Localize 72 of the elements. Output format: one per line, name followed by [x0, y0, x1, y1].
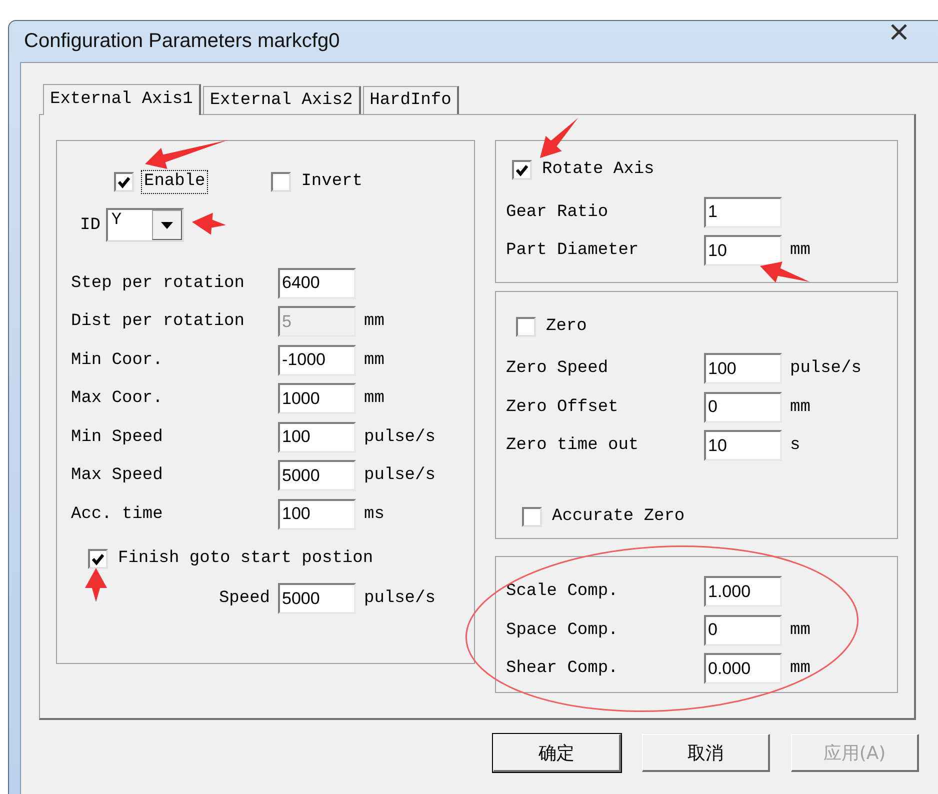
annotation-arrow: [540, 118, 578, 158]
enable-checkbox[interactable]: [114, 172, 134, 192]
field-label: ID: [80, 216, 100, 234]
checkbox-label[interactable]: Accurate Zero: [550, 506, 687, 528]
field-label: Min Speed: [71, 428, 164, 447]
checkbox-label[interactable]: Invert: [299, 171, 364, 193]
dialog-button[interactable]: 取消: [642, 734, 770, 772]
unit-label: s: [789, 436, 802, 456]
annotation-arrow: [85, 568, 107, 602]
tab[interactable]: External Axis2: [202, 86, 361, 114]
accurate-zero-checkbox[interactable]: [522, 507, 542, 528]
finish-checkbox[interactable]: [88, 548, 108, 568]
rotate-axis-checkbox[interactable]: [512, 160, 532, 180]
checkbox-label[interactable]: Zero: [544, 316, 589, 338]
text-field[interactable]: 10: [704, 235, 782, 266]
unit-label: mm: [363, 389, 386, 408]
zero-checkbox[interactable]: [516, 316, 536, 337]
annotation-arrow: [192, 212, 226, 235]
close-icon[interactable]: [890, 23, 908, 41]
unit-label: pulse/s: [363, 428, 436, 447]
field-label: Gear Ratio: [506, 202, 610, 222]
unit-label: pulse/s: [789, 359, 862, 378]
field-label: Shear Comp.: [506, 659, 620, 678]
id-dropdown[interactable]: Y: [106, 208, 184, 242]
field-label: Zero Speed: [506, 359, 610, 378]
text-field[interactable]: 100: [704, 353, 782, 384]
checkbox-label[interactable]: Enable: [142, 171, 208, 193]
field-label: Zero Offset: [506, 398, 620, 417]
text-field[interactable]: -1000: [278, 344, 356, 376]
checkbox-label[interactable]: Finish goto start postion: [116, 548, 376, 570]
field-label: Part Diameter: [506, 241, 640, 260]
field-label: Step per rotation: [71, 274, 246, 293]
dialog-button[interactable]: 确定: [493, 734, 621, 772]
checkbox-label[interactable]: Rotate Axis: [540, 159, 656, 181]
tab[interactable]: HardInfo: [362, 86, 460, 114]
tab[interactable]: External Axis1: [43, 84, 201, 115]
unit-label: mm: [789, 241, 812, 260]
text-field[interactable]: 0: [704, 392, 782, 423]
field-label: Max Coor.: [71, 389, 164, 408]
text-field[interactable]: 1: [704, 196, 782, 228]
unit-label: pulse/s: [363, 589, 436, 608]
field-label: Speed: [218, 589, 271, 608]
text-field[interactable]: 1000: [278, 383, 356, 414]
check-icon: [91, 552, 105, 566]
unit-label: mm: [789, 659, 812, 678]
unit-label: mm: [789, 398, 812, 417]
field-label: Scale Comp.: [506, 582, 620, 601]
check-icon: [515, 163, 529, 177]
field-label: Acc. time: [71, 504, 164, 524]
invert-checkbox[interactable]: [271, 172, 292, 192]
unit-label: pulse/s: [363, 466, 436, 486]
check-icon: [117, 175, 131, 189]
text-field[interactable]: 6400: [278, 268, 356, 299]
text-field[interactable]: 0: [704, 614, 782, 646]
unit-label: mm: [363, 350, 386, 370]
text-field[interactable]: 5000: [278, 460, 356, 492]
unit-label: ms: [363, 504, 386, 524]
text-field[interactable]: 0.000: [704, 653, 782, 684]
field-label: Zero time out: [506, 436, 640, 456]
field-label: Max Speed: [71, 466, 164, 486]
text-field[interactable]: 5000: [278, 583, 356, 614]
field-label: Min Coor.: [71, 350, 164, 370]
text-field[interactable]: 1.000: [704, 576, 782, 607]
unit-label: mm: [789, 620, 812, 640]
field-label: Space Comp.: [506, 620, 620, 640]
unit-label: mm: [363, 312, 386, 332]
field-label: Dist per rotation: [71, 312, 246, 332]
text-field[interactable]: 100: [278, 498, 356, 530]
text-field[interactable]: 10: [704, 430, 782, 462]
annotation-arrow: [760, 262, 810, 283]
text-field[interactable]: 100: [278, 422, 356, 453]
window-title: Configuration Parameters markcfg0: [24, 30, 340, 53]
